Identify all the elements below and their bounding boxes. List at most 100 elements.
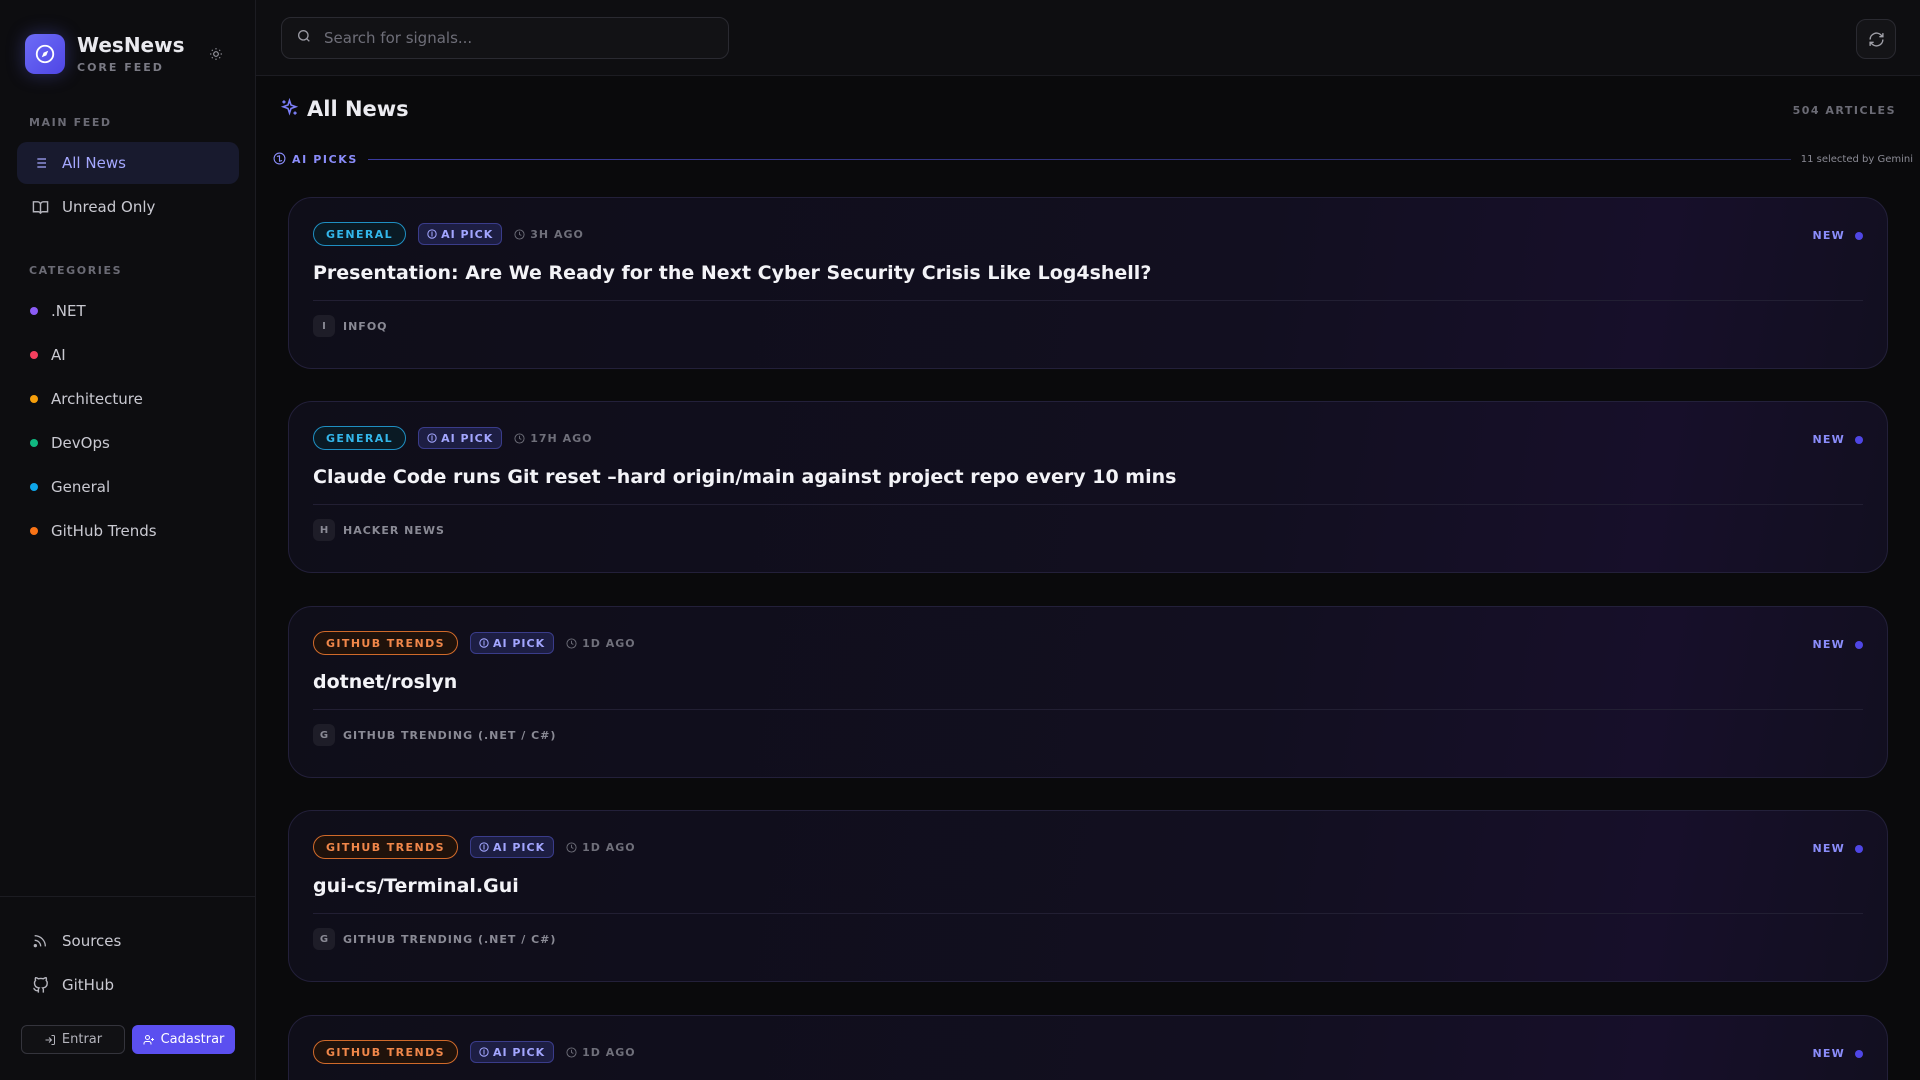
timestamp-text: 1D AGO <box>582 636 636 650</box>
brand-subtitle: CORE FEED <box>77 61 164 74</box>
timestamp: 3H AGO <box>514 228 584 241</box>
timestamp: 17H AGO <box>514 432 592 445</box>
ai-picks-label: AI PICKS <box>292 152 358 166</box>
category-badge[interactable]: GENERAL <box>313 222 407 246</box>
nav-unread-only[interactable]: Unread Only <box>17 186 239 228</box>
nav-all-news[interactable]: All News <box>17 142 239 184</box>
brand[interactable]: WesNews CORE FEED <box>25 34 185 74</box>
card-divider <box>313 709 1863 710</box>
article-card[interactable]: GITHUB TRENDS AI PICK 1D AGO NEW gui-cs/… <box>288 810 1888 982</box>
article-title[interactable]: dotnet/roslyn <box>313 671 457 693</box>
ai-pick-badge: AI PICK <box>469 1041 555 1063</box>
card-divider <box>313 913 1863 914</box>
brain-icon <box>427 433 437 443</box>
ai-pick-label: AI PICK <box>492 840 546 854</box>
nav-sources-label: Sources <box>62 932 122 950</box>
brain-icon <box>479 638 489 648</box>
category-label: Architecture <box>51 390 143 408</box>
new-indicator: NEW <box>1813 433 1863 446</box>
category-github-trends[interactable]: GitHub Trends <box>17 511 239 551</box>
category-devops[interactable]: DevOps <box>17 423 239 463</box>
rss-icon <box>30 931 50 951</box>
category-dot <box>30 351 38 359</box>
article-title[interactable]: Claude Code runs Git reset –hard origin/… <box>313 466 1176 488</box>
nav-unread-only-label: Unread Only <box>62 198 156 216</box>
category-badge[interactable]: GITHUB TRENDS <box>313 1040 458 1064</box>
ai-pick-badge: AI PICK <box>469 632 555 654</box>
ai-pick-badge: AI PICK <box>418 223 503 245</box>
ai-pick-label: AI PICK <box>441 431 494 445</box>
category-label: DevOps <box>51 434 110 452</box>
category-label: AI <box>51 346 66 364</box>
brain-icon <box>427 229 437 239</box>
ai-picks-divider: AI PICKS 11 selected by Gemini <box>273 149 1913 169</box>
ai-pick-label: AI PICK <box>492 636 546 650</box>
article-count: 504 ARTICLES <box>1792 104 1896 117</box>
search-input[interactable] <box>324 29 704 47</box>
clock-icon <box>514 432 525 444</box>
ai-pick-label: AI PICK <box>441 227 494 241</box>
new-indicator: NEW <box>1813 842 1863 855</box>
login-icon <box>45 1034 55 1045</box>
timestamp: 1D AGO <box>566 637 636 650</box>
article-source: I INFOQ <box>313 315 388 337</box>
nav-github[interactable]: GitHub <box>17 964 239 1006</box>
article-title[interactable]: Presentation: Are We Ready for the Next … <box>313 262 1151 284</box>
user-plus-icon <box>143 1034 154 1044</box>
timestamp-text: 3H AGO <box>530 227 584 241</box>
new-indicator: NEW <box>1813 1047 1863 1060</box>
article-card[interactable]: GENERAL AI PICK 17H AGO NEW Claude Code … <box>288 401 1888 573</box>
category-architecture[interactable]: Architecture <box>17 379 239 419</box>
theme-toggle-sun-icon[interactable] <box>206 44 226 64</box>
new-label: NEW <box>1812 433 1845 446</box>
unread-dot <box>1855 435 1863 444</box>
nav-sources[interactable]: Sources <box>17 920 239 962</box>
article-source: G GITHUB TRENDING (.NET / C#) <box>313 928 556 950</box>
category-label: General <box>51 478 111 496</box>
sparkles-icon <box>280 97 299 121</box>
refresh-icon <box>1868 31 1884 47</box>
ai-pick-badge: AI PICK <box>418 427 503 449</box>
source-name: HACKER NEWS <box>343 523 445 537</box>
article-source: G GITHUB TRENDING (.NET / C#) <box>313 724 556 746</box>
new-label: NEW <box>1812 842 1845 855</box>
list-icon <box>30 153 50 173</box>
source-name: GITHUB TRENDING (.NET / C#) <box>343 932 557 946</box>
category-dotnet[interactable]: .NET <box>17 291 239 331</box>
category-general[interactable]: General <box>17 467 239 507</box>
refresh-button[interactable] <box>1856 19 1896 59</box>
category-badge[interactable]: GENERAL <box>313 426 407 450</box>
book-open-icon <box>30 197 50 217</box>
signup-button[interactable]: Cadastrar <box>132 1025 235 1054</box>
source-avatar: G <box>313 928 335 950</box>
article-title[interactable]: gui-cs/Terminal.Gui <box>313 875 519 897</box>
clock-icon <box>566 637 577 649</box>
category-ai[interactable]: AI <box>17 335 239 375</box>
unread-dot <box>1855 844 1863 853</box>
new-indicator: NEW <box>1813 638 1863 651</box>
category-dot <box>30 395 38 403</box>
search-icon <box>296 28 312 48</box>
main-content: All News 504 ARTICLES AI PICKS 11 select… <box>256 77 1920 1080</box>
nav-all-news-label: All News <box>62 154 126 172</box>
ai-pick-badge: AI PICK <box>469 836 555 858</box>
search-box[interactable] <box>281 17 729 59</box>
signup-label: Cadastrar <box>160 1032 225 1047</box>
login-button[interactable]: Entrar <box>21 1025 125 1054</box>
new-label: NEW <box>1812 1047 1845 1060</box>
article-source: H HACKER NEWS <box>313 519 445 541</box>
article-card[interactable]: GITHUB TRENDS AI PICK 1D AGO NEW <box>288 1015 1888 1080</box>
card-divider <box>313 300 1863 301</box>
brand-name: WesNews <box>77 33 185 57</box>
brain-icon <box>479 1047 489 1057</box>
category-dot <box>30 307 38 315</box>
category-badge[interactable]: GITHUB TRENDS <box>313 631 458 655</box>
new-label: NEW <box>1812 229 1845 242</box>
new-indicator: NEW <box>1813 229 1863 242</box>
article-card[interactable]: GENERAL AI PICK 3H AGO NEW Presentation:… <box>288 197 1888 369</box>
auth-buttons: Entrar Cadastrar <box>21 1025 235 1054</box>
unread-dot <box>1855 1049 1863 1058</box>
category-badge[interactable]: GITHUB TRENDS <box>313 835 458 859</box>
article-card[interactable]: GITHUB TRENDS AI PICK 1D AGO NEW dotnet/… <box>288 606 1888 778</box>
timestamp-text: 17H AGO <box>530 431 593 445</box>
